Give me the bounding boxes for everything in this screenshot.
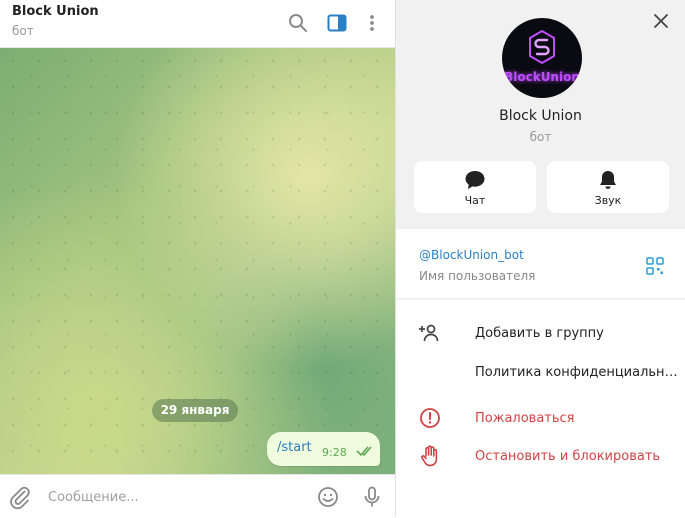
- menu-item-label: Пожаловаться: [475, 411, 575, 426]
- menu-item-report[interactable]: Пожаловаться: [396, 401, 685, 437]
- menu-item-label: Политика конфиденциальности: [475, 365, 680, 380]
- username-caption: Имя пользователя: [419, 269, 536, 283]
- username-card[interactable]: @BlockUnion_bot Имя пользователя: [396, 229, 685, 298]
- sound-button-label: Звук: [594, 194, 622, 207]
- attach-icon[interactable]: [8, 485, 32, 509]
- profile-panel: BlockUnion Block Union бот Чат Звук @Blo…: [396, 0, 685, 517]
- logo-text: BlockUnion: [504, 70, 580, 84]
- profile-subtitle: бот: [529, 130, 552, 144]
- menu-item-label: Добавить в группу: [475, 326, 604, 341]
- bell-icon: [600, 171, 616, 189]
- menu-item-label: Остановить и блокировать: [475, 449, 661, 464]
- chat-title[interactable]: Block Union: [12, 4, 99, 19]
- sidebar-toggle-icon[interactable]: [325, 11, 349, 35]
- date-separator: 29 января: [152, 399, 238, 422]
- menu-item-privacy-policy[interactable]: Политика конфиденциальности: [396, 355, 685, 391]
- add-user-icon: [419, 324, 439, 342]
- outgoing-message[interactable]: /start 9:28: [267, 432, 380, 466]
- chat-bubble-icon: [465, 171, 485, 189]
- double-check-icon: [356, 446, 372, 457]
- message-text[interactable]: /start: [277, 440, 312, 455]
- block-union-logo-icon: [529, 29, 555, 65]
- report-icon: [420, 408, 440, 428]
- message-input[interactable]: [46, 485, 300, 509]
- more-vertical-icon[interactable]: [360, 11, 384, 35]
- emoji-icon[interactable]: [316, 485, 340, 509]
- message-composer: [0, 474, 395, 518]
- menu-item-add-to-group[interactable]: Добавить в группу: [396, 316, 685, 352]
- close-icon[interactable]: [649, 9, 673, 33]
- stop-hand-icon: [421, 445, 438, 467]
- sound-button[interactable]: Звук: [547, 161, 669, 213]
- profile-name: Block Union: [499, 108, 582, 124]
- chat-subtitle: бот: [12, 24, 34, 38]
- message-time: 9:28: [322, 446, 347, 459]
- menu-item-stop-and-block[interactable]: Остановить и блокировать: [396, 439, 685, 475]
- avatar[interactable]: BlockUnion: [502, 18, 582, 98]
- chat-button[interactable]: Чат: [414, 161, 536, 213]
- chat-header: Block Union бот: [0, 0, 395, 48]
- search-icon[interactable]: [286, 11, 310, 35]
- microphone-icon[interactable]: [360, 485, 384, 509]
- qr-code-icon[interactable]: [646, 257, 664, 275]
- username-link[interactable]: @BlockUnion_bot: [419, 248, 524, 262]
- chat-button-label: Чат: [464, 194, 486, 207]
- chat-pane: Block Union бот 29 января /start 9:28: [0, 0, 395, 518]
